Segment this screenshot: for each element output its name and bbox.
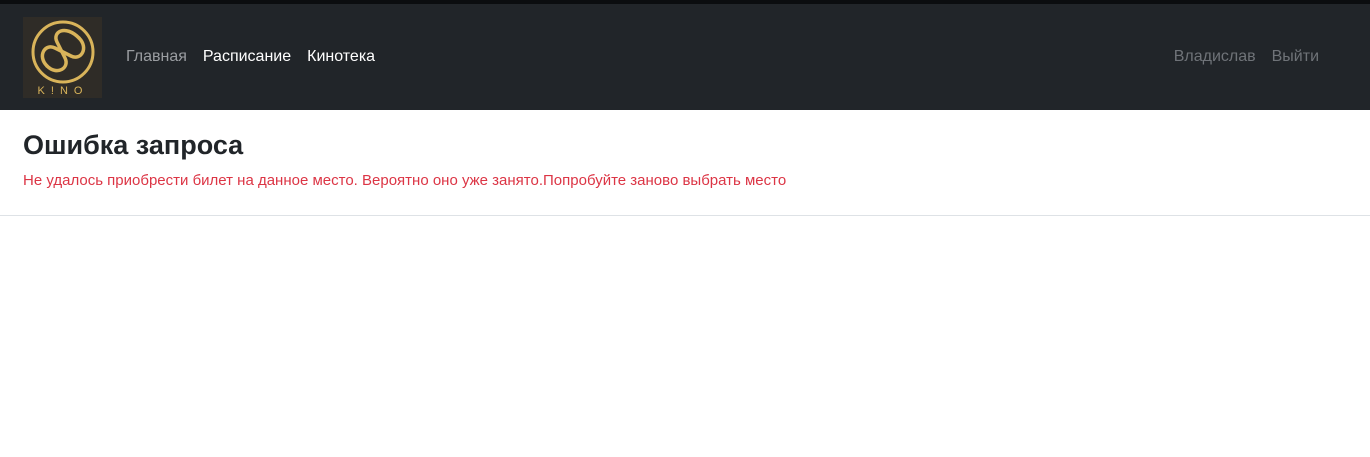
top-edge-strip	[0, 0, 1370, 4]
infinity-logo-icon: K!NO	[31, 20, 95, 97]
logout-link[interactable]: Выйти	[1272, 47, 1319, 67]
logo-text: K!NO	[38, 85, 89, 97]
main-content: Ошибка запроса Не удалось приобрести бил…	[23, 128, 1343, 191]
main-nav: Главная Расписание Кинотека	[126, 47, 375, 67]
nav-link-home[interactable]: Главная	[126, 47, 187, 67]
site-logo[interactable]: K!NO	[23, 17, 102, 98]
error-message: Не удалось приобрести билет на данное ме…	[23, 172, 787, 189]
navbar: K!NO Главная Расписание Кинотека Владисл…	[0, 0, 1370, 110]
content-divider	[0, 215, 1370, 216]
nav-link-library[interactable]: Кинотека	[307, 47, 375, 67]
user-nav: Владислав Выйти	[1174, 47, 1319, 67]
nav-link-schedule[interactable]: Расписание	[203, 47, 291, 67]
user-profile-link[interactable]: Владислав	[1174, 47, 1256, 67]
page-title: Ошибка запроса	[23, 130, 244, 160]
